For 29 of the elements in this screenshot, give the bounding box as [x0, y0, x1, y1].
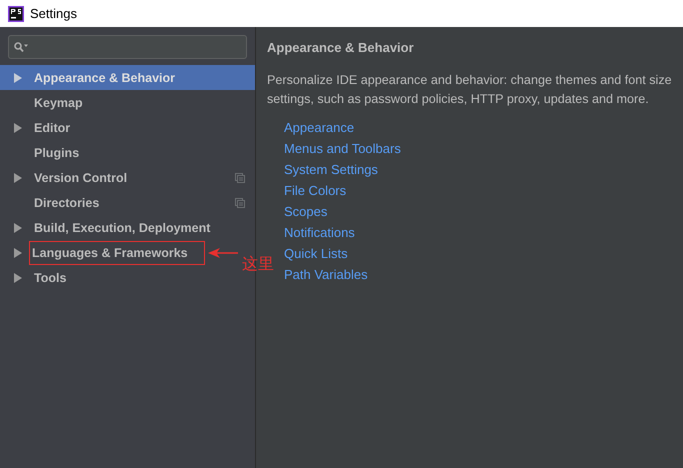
sidebar-item[interactable]: Appearance & Behavior [0, 65, 255, 90]
annotation-arrow [208, 248, 238, 258]
search-icon [14, 42, 30, 52]
sidebar-item[interactable]: Keymap [0, 90, 255, 115]
app-logo-icon [8, 6, 24, 22]
settings-link[interactable]: Appearance [284, 117, 354, 138]
sidebar-item[interactable]: Plugins [0, 140, 255, 165]
sidebar-item[interactable]: Build, Execution, Deployment [0, 215, 255, 240]
search-field[interactable] [8, 35, 247, 59]
page-description: Personalize IDE appearance and behavior: change themes and font size settings, such as password policies, HTTP proxy, updates and more. [267, 72, 673, 108]
sidebar-item[interactable]: Version Control [0, 165, 255, 190]
expand-arrow-icon[interactable] [14, 172, 22, 182]
sidebar-item[interactable]: Directories [0, 190, 255, 215]
settings-link[interactable]: Scopes [284, 201, 328, 222]
settings-link[interactable]: System Settings [284, 159, 378, 180]
settings-link[interactable]: File Colors [284, 180, 346, 201]
expand-arrow-icon[interactable] [14, 72, 22, 82]
settings-link[interactable]: Path Variables [284, 264, 368, 285]
page-heading: Appearance & Behavior [267, 40, 415, 55]
settings-link[interactable]: Notifications [284, 222, 355, 243]
expand-arrow-icon[interactable] [14, 248, 22, 258]
annotation-label: 这里 [242, 254, 274, 275]
window-title: Settings [30, 6, 77, 21]
expand-arrow-icon[interactable] [14, 222, 22, 232]
expand-arrow-icon[interactable] [14, 272, 22, 282]
settings-link[interactable]: Menus and Toolbars [284, 138, 401, 159]
settings-link[interactable]: Quick Lists [284, 243, 348, 264]
sidebar-item[interactable]: Editor [0, 115, 255, 140]
expand-arrow-icon[interactable] [14, 122, 22, 132]
